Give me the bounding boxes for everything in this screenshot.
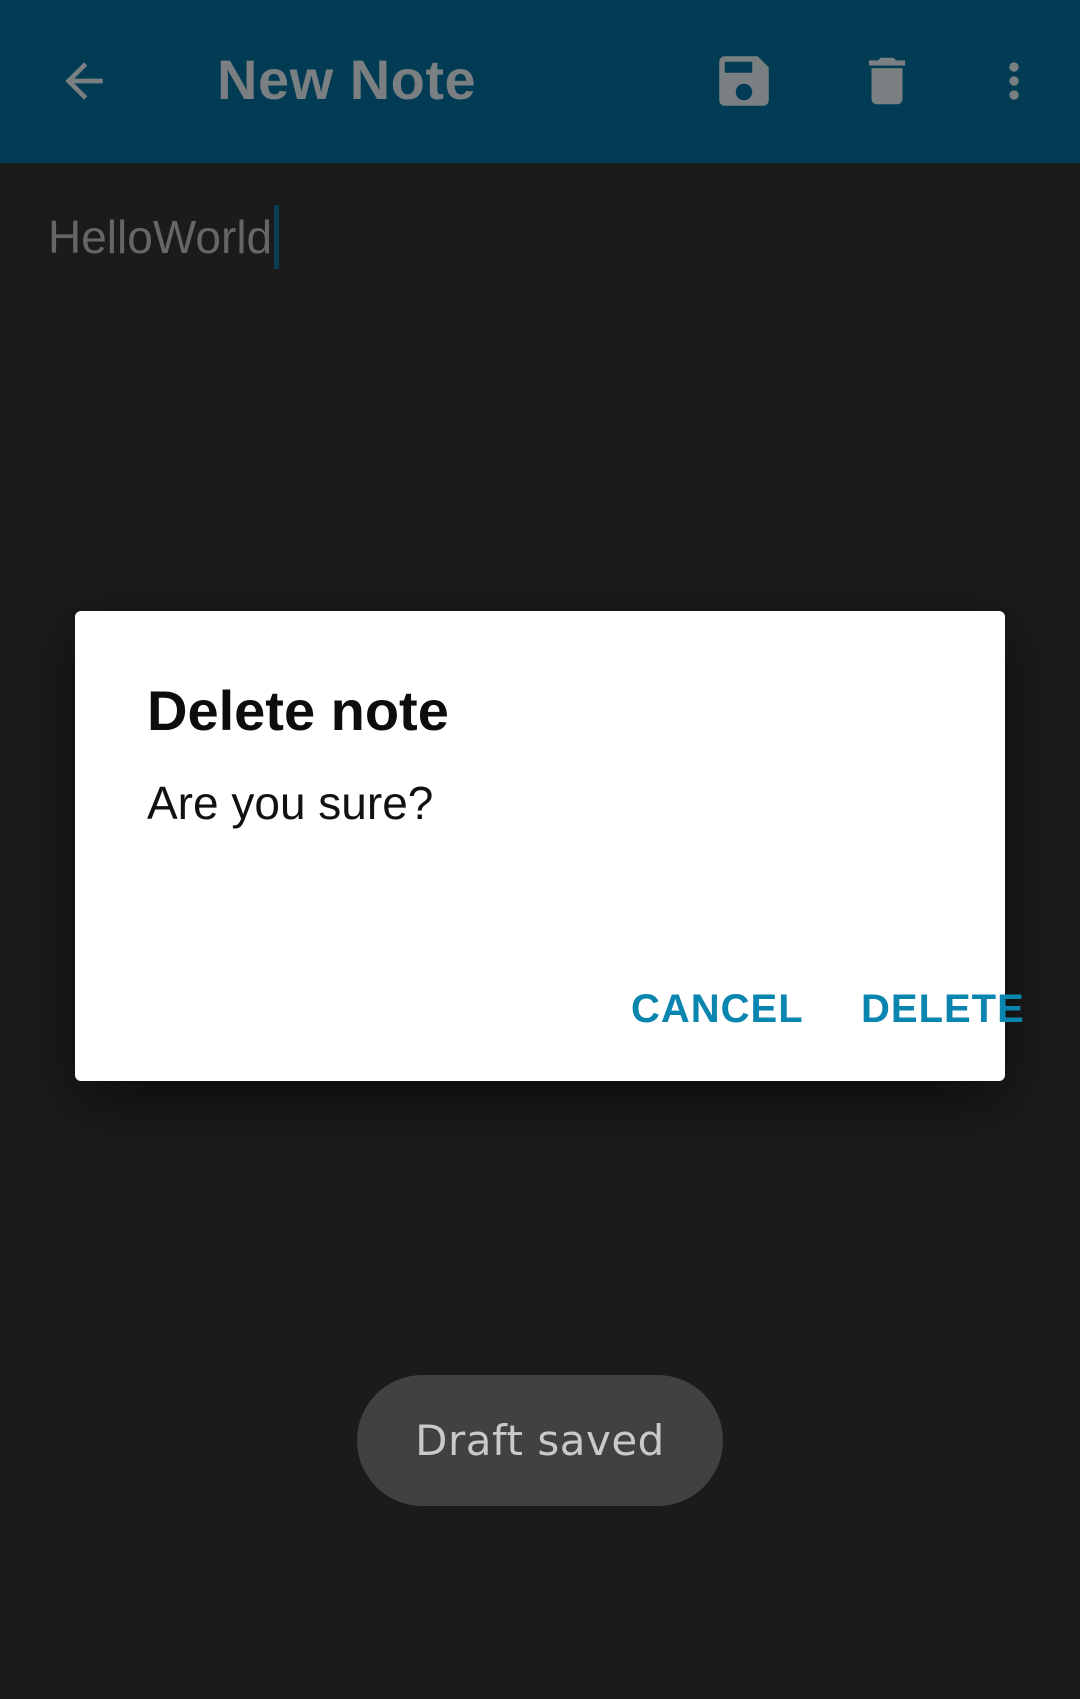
delete-button[interactable]: DELETE xyxy=(843,963,1043,1055)
note-body-text: HelloWorld xyxy=(48,211,273,263)
save-icon xyxy=(719,56,769,106)
save-button[interactable] xyxy=(696,33,792,129)
toolbar-title: New Note xyxy=(217,48,477,111)
app-screen: New Note HelloWorld Delete note Are you … xyxy=(0,0,1080,1699)
cancel-button[interactable]: CANCEL xyxy=(613,963,822,1055)
more-vert-icon xyxy=(1009,62,1019,100)
toast: Draft saved xyxy=(357,1375,723,1506)
delete-dialog: Delete note Are you sure? CANCEL DELETE xyxy=(75,611,1024,1081)
back-button[interactable] xyxy=(36,33,132,129)
delete-toolbar-button[interactable] xyxy=(839,33,935,129)
trash-icon xyxy=(868,57,906,105)
dialog-message: Are you sure? xyxy=(147,777,434,829)
text-cursor xyxy=(274,205,280,269)
note-body-field[interactable]: HelloWorld xyxy=(48,205,280,269)
arrow-back-icon xyxy=(65,62,103,100)
toolbar: New Note xyxy=(0,0,1080,163)
toast-message: Draft saved xyxy=(415,1416,665,1465)
dialog-title: Delete note xyxy=(147,679,449,742)
overflow-menu-button[interactable] xyxy=(966,33,1062,129)
